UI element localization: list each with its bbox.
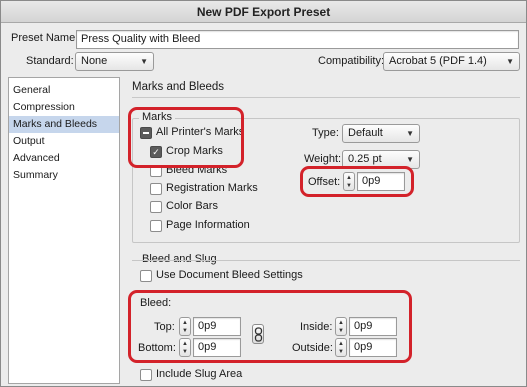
- offset-label: Offset:: [308, 176, 341, 188]
- use-document-bleed-checkbox[interactable]: [140, 270, 152, 282]
- bottom-input[interactable]: 0p9: [193, 338, 241, 357]
- bleed-slug-group-label: Bleed and Slug: [139, 253, 220, 265]
- all-printers-marks-checkbox[interactable]: [140, 127, 152, 139]
- color-bars-label: Color Bars: [166, 200, 218, 212]
- bleed-marks-checkbox[interactable]: [150, 165, 162, 177]
- weight-select[interactable]: 0.25 pt ▼: [342, 150, 420, 169]
- sidebar-item-advanced[interactable]: Advanced: [9, 150, 119, 167]
- page-information-label: Page Information: [166, 219, 250, 231]
- top-stepper-icon[interactable]: ▲ ▼: [179, 317, 191, 336]
- offset-input[interactable]: 0p9: [357, 172, 405, 191]
- compatibility-label: Compatibility:: [318, 55, 385, 67]
- panel-divider: [132, 97, 520, 98]
- bottom-label: Bottom:: [138, 342, 176, 354]
- page-information-checkbox[interactable]: [150, 220, 162, 232]
- type-select[interactable]: Default ▼: [342, 124, 420, 143]
- type-label: Type:: [312, 127, 339, 139]
- standard-value: None: [81, 55, 108, 67]
- offset-stepper-icon[interactable]: ▲ ▼: [343, 172, 355, 191]
- chevron-down-icon: ▼: [406, 129, 414, 138]
- weight-label: Weight:: [304, 153, 342, 165]
- outside-stepper-icon[interactable]: ▲ ▼: [335, 338, 347, 357]
- chevron-down-icon: ▼: [140, 57, 148, 66]
- bleed-label: Bleed:: [140, 297, 172, 309]
- chevron-down-icon: ▼: [506, 57, 514, 66]
- outside-input[interactable]: 0p9: [349, 338, 397, 357]
- registration-marks-label: Registration Marks: [166, 182, 258, 194]
- panel-title: Marks and Bleeds: [132, 81, 225, 93]
- include-slug-label: Include Slug Area: [156, 368, 243, 380]
- all-printers-marks-label: All Printer's Marks: [156, 126, 245, 138]
- window-title: New PDF Export Preset: [1, 1, 526, 23]
- registration-marks-checkbox[interactable]: [150, 183, 162, 195]
- standard-select[interactable]: None ▼: [75, 52, 154, 71]
- inside-input[interactable]: 0p9: [349, 317, 397, 336]
- bleed-slug-divider: [132, 260, 520, 261]
- preset-name-label: Preset Name:: [11, 32, 79, 44]
- pdf-export-dialog: New PDF Export Preset Preset Name: Press…: [0, 0, 527, 387]
- compatibility-value: Acrobat 5 (PDF 1.4): [389, 55, 487, 67]
- inside-stepper-icon[interactable]: ▲ ▼: [335, 317, 347, 336]
- crop-marks-checkbox[interactable]: ✓: [150, 146, 162, 158]
- top-label: Top:: [154, 321, 175, 333]
- weight-value: 0.25 pt: [348, 153, 382, 165]
- preset-name-input[interactable]: Press Quality with Bleed: [76, 30, 519, 49]
- color-bars-checkbox[interactable]: [150, 201, 162, 213]
- compatibility-select[interactable]: Acrobat 5 (PDF 1.4) ▼: [383, 52, 520, 71]
- type-value: Default: [348, 127, 383, 139]
- crop-marks-label: Crop Marks: [166, 145, 223, 157]
- standard-label: Standard:: [26, 55, 74, 67]
- inside-label: Inside:: [300, 321, 333, 333]
- sidebar-item-output[interactable]: Output: [9, 133, 119, 150]
- sidebar-item-general[interactable]: General: [9, 82, 119, 99]
- chevron-down-icon: ▼: [406, 155, 414, 164]
- top-input[interactable]: 0p9: [193, 317, 241, 336]
- bleed-marks-label: Bleed Marks: [166, 164, 228, 176]
- sidebar-item-marks-and-bleeds[interactable]: Marks and Bleeds: [9, 116, 119, 133]
- use-document-bleed-label: Use Document Bleed Settings: [156, 269, 303, 281]
- include-slug-checkbox[interactable]: [140, 369, 152, 381]
- bottom-stepper-icon[interactable]: ▲ ▼: [179, 338, 191, 357]
- sidebar-item-summary[interactable]: Summary: [9, 167, 119, 184]
- sidebar-item-compression[interactable]: Compression: [9, 99, 119, 116]
- category-list: General Compression Marks and Bleeds Out…: [8, 77, 120, 384]
- chain-link-icon[interactable]: [252, 324, 264, 344]
- outside-label: Outside:: [292, 342, 333, 354]
- marks-group-label: Marks: [139, 111, 175, 123]
